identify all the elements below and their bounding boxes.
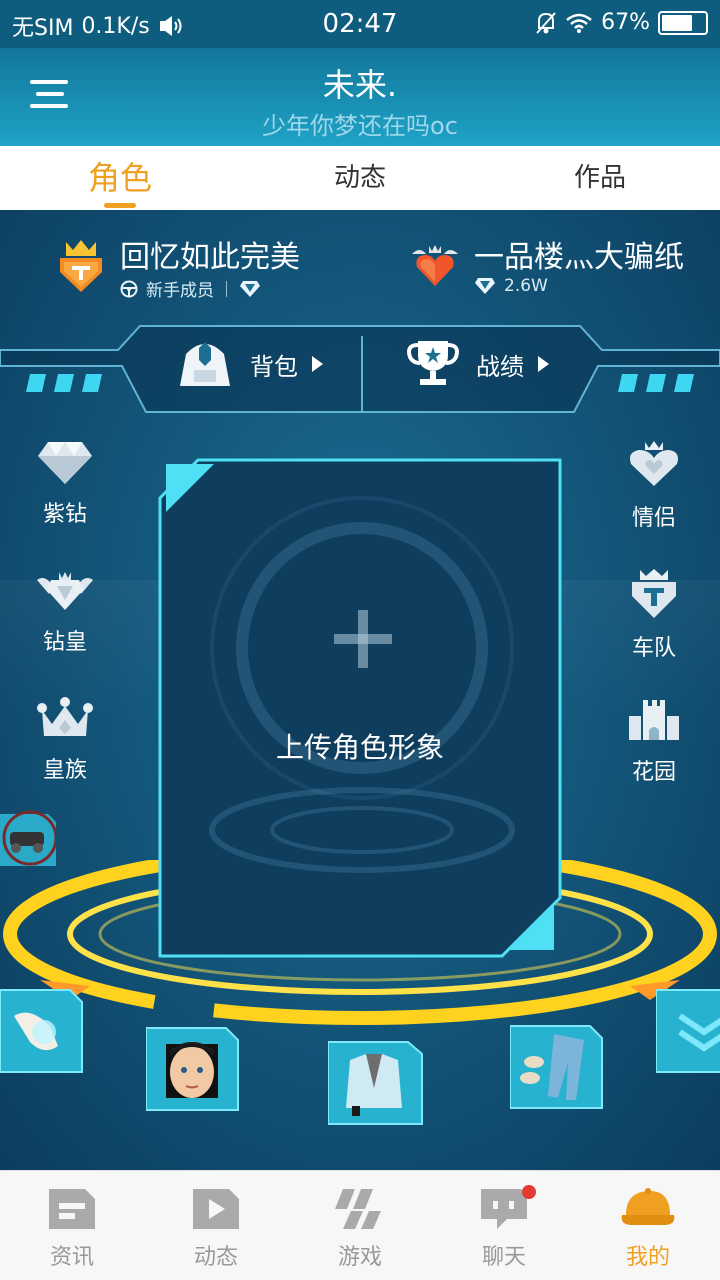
nav-label: 动态	[193, 1245, 238, 1270]
robot-bag-icon	[180, 342, 230, 386]
tab-indicator	[104, 203, 136, 208]
play-icon	[193, 1189, 239, 1229]
nav-me[interactable]: 我的	[576, 1171, 720, 1280]
team-shield-icon	[632, 569, 676, 618]
winged-diamond-icon	[37, 572, 93, 610]
nav-activity[interactable]: 动态	[144, 1171, 288, 1280]
side-item-purple-diamond[interactable]: 紫钻	[15, 440, 115, 528]
nav-label: 游戏	[337, 1245, 382, 1270]
outfit-slot-icon[interactable]	[328, 1038, 424, 1128]
role-scene: 回忆如此完美 新手成员 一品楼灬大骗纸 2.6W 背包 战绩 紫钻 钻皇 皇族 …	[0, 210, 720, 1170]
team-rank: 新手成员	[146, 281, 214, 301]
tab-works[interactable]: 作品	[480, 146, 720, 210]
side-item-couple[interactable]: 情侣	[604, 440, 704, 532]
bag-label: 背包	[250, 352, 298, 381]
nav-news[interactable]: 资讯	[0, 1171, 144, 1280]
face-slot-icon[interactable]	[146, 1024, 242, 1114]
status-bar: 无SIM 0.1K/s 02:47 67%	[0, 0, 720, 48]
tab-label: 动态	[333, 163, 386, 193]
car-avatar-icon[interactable]	[0, 806, 56, 866]
cap-icon	[621, 1188, 675, 1225]
steering-wheel-icon	[120, 280, 138, 297]
battery-icon	[658, 10, 708, 35]
team-crown-badge-icon	[60, 240, 102, 292]
bottom-nav: 资讯 动态 游戏 聊天 我的	[0, 1170, 720, 1280]
profile-header: 未来. 少年你梦还在吗oc	[0, 48, 720, 146]
heart-wings-badge-icon	[412, 245, 458, 286]
battery-percent: 67%	[601, 10, 650, 35]
tab-label: 作品	[573, 163, 626, 193]
wifi-icon	[566, 13, 592, 33]
partner-name: 一品楼灬大骗纸	[474, 240, 684, 275]
game-icon	[335, 1189, 381, 1229]
status-right: 67%	[535, 10, 708, 35]
record-label: 战绩	[476, 352, 524, 381]
side-label: 车队	[631, 636, 676, 661]
nav-label: 聊天	[481, 1245, 526, 1270]
card-frame	[158, 458, 562, 958]
news-icon	[49, 1189, 95, 1229]
diamond-icon	[475, 278, 495, 294]
side-label: 情侣	[631, 506, 676, 531]
tab-label: 角色	[87, 159, 152, 197]
team-name: 回忆如此完美	[120, 240, 300, 275]
diamond-icon	[240, 280, 260, 297]
partner-meta: 2.6W	[474, 276, 548, 296]
side-label: 紫钻	[42, 502, 87, 527]
tab-role[interactable]: 角色	[0, 146, 240, 210]
diamond-icon	[38, 442, 92, 484]
expand-slot-icon[interactable]	[656, 986, 720, 1076]
profile-tabs: 角色 动态 作品	[0, 146, 720, 210]
glove-slot-icon[interactable]	[0, 986, 96, 1076]
side-label: 花园	[631, 760, 676, 785]
upload-label: 上传角色形象	[275, 731, 444, 764]
side-item-royal[interactable]: 皇族	[15, 696, 115, 784]
action-panel: 背包 战绩	[0, 322, 720, 422]
nav-label: 资讯	[49, 1245, 94, 1270]
panel-frame	[0, 325, 720, 413]
trophy-icon	[407, 341, 459, 385]
side-item-garden[interactable]: 花园	[604, 696, 704, 786]
pants-shoes-slot-icon[interactable]	[510, 1022, 606, 1112]
profile-info: 回忆如此完美 新手成员 一品楼灬大骗纸 2.6W	[0, 210, 720, 310]
arrow-right-icon	[538, 356, 549, 372]
side-label: 皇族	[42, 758, 87, 783]
side-label: 钻皇	[42, 630, 87, 655]
crown-icon	[37, 697, 93, 736]
upload-avatar-card[interactable]: 上传角色形象	[158, 458, 562, 958]
partner-value: 2.6W	[504, 276, 548, 296]
nav-label: 我的	[625, 1245, 670, 1270]
castle-icon	[629, 700, 679, 740]
record-button[interactable]: 战绩	[404, 334, 549, 394]
nav-games[interactable]: 游戏	[288, 1171, 432, 1280]
page-title: 未来.	[322, 66, 398, 104]
plus-icon	[334, 610, 392, 668]
page-subtitle: 少年你梦还在吗oc	[262, 112, 458, 140]
bag-button[interactable]: 背包	[174, 334, 323, 394]
nav-chat[interactable]: 聊天	[432, 1171, 576, 1280]
team-meta: 新手成员	[120, 276, 261, 301]
couple-heart-icon	[630, 441, 678, 486]
side-item-diamond-king[interactable]: 钻皇	[15, 568, 115, 656]
arrow-right-icon	[312, 356, 323, 372]
unread-badge	[522, 1185, 536, 1199]
tab-activity[interactable]: 动态	[240, 146, 480, 210]
mute-bell-icon	[536, 11, 556, 34]
side-item-team[interactable]: 车队	[604, 568, 704, 662]
